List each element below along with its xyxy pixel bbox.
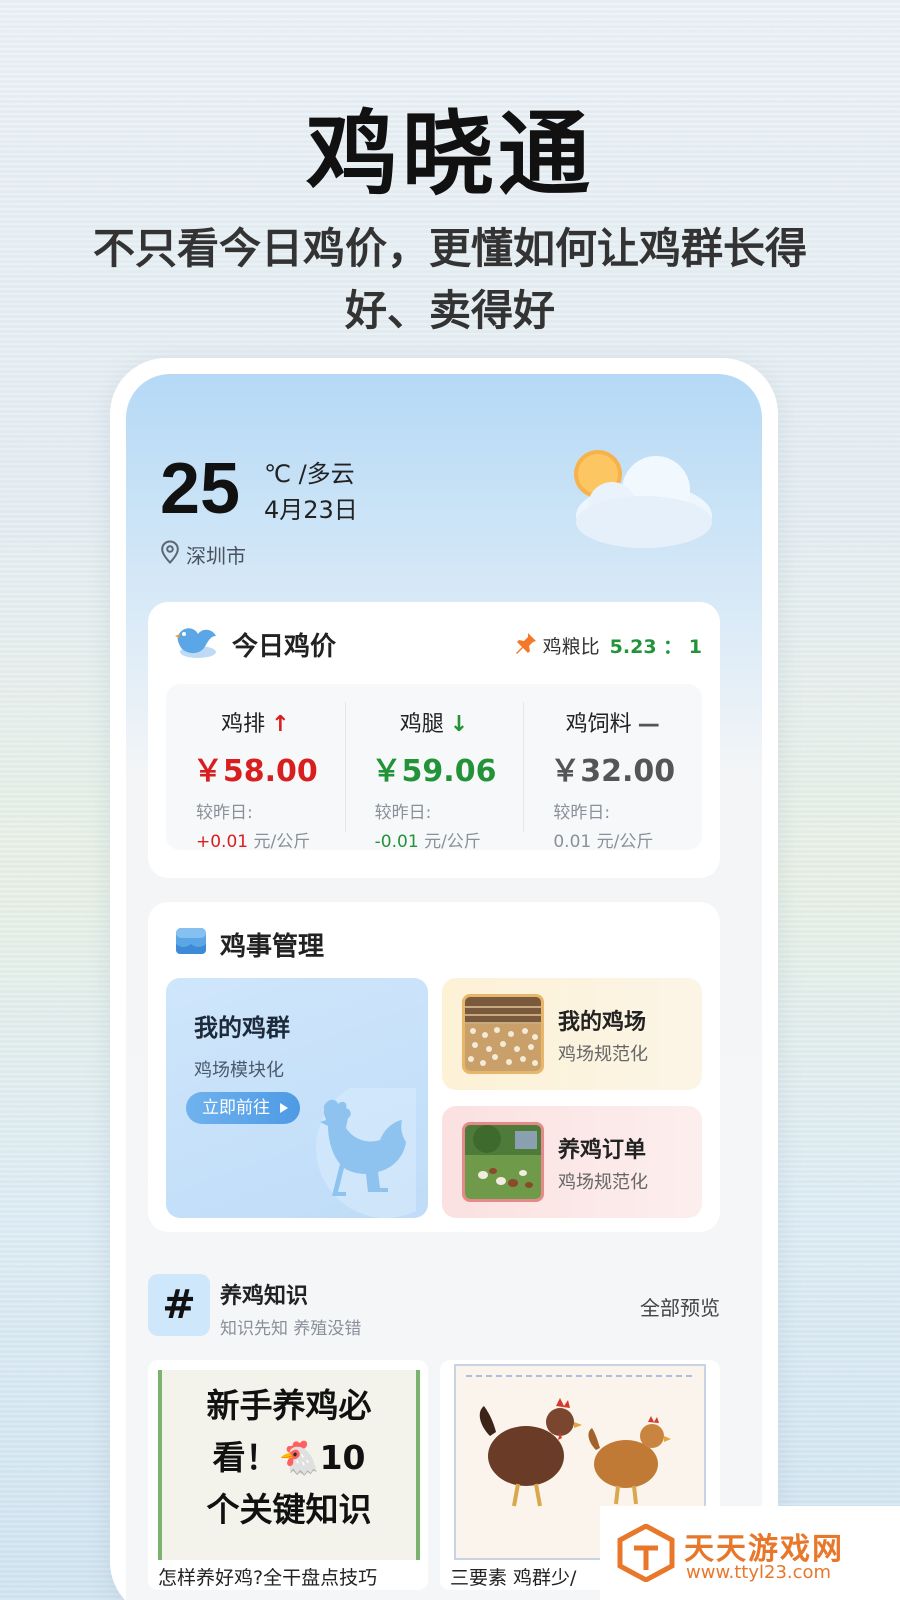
orders-photo xyxy=(462,1122,544,1202)
price-name: 鸡腿 xyxy=(399,712,444,737)
watermark-url: www.ttyl23.com xyxy=(686,1562,832,1583)
my-farm-title: 我的鸡场 xyxy=(558,1010,647,1035)
app-tagline: 不只看今日鸡价，更懂如何让鸡群长得好、卖得好 xyxy=(92,224,807,335)
partly-cloudy-icon xyxy=(564,444,714,554)
poster-line: 看！🐔10 xyxy=(212,1438,366,1477)
hashtag-icon: # xyxy=(148,1274,210,1336)
price-list: 鸡排 ↑ ￥58.00 较昨日: +0.01 元/公斤 鸡腿 ↓ ￥59.06 较昨… xyxy=(166,684,702,852)
weather-date: 4月23日 xyxy=(264,496,358,524)
price-unit: 元/公斤 xyxy=(253,832,311,852)
compare-label: 较昨日: xyxy=(374,803,432,823)
price-change: 0.01 xyxy=(553,832,592,852)
knowledge-section-header: # 养鸡知识 知识先知 养殖没错 全部预览 xyxy=(148,1274,720,1354)
price-value: ￥58.00 xyxy=(192,754,318,789)
today-price-card: 今日鸡价 鸡粮比 5.23 ： 1 鸡排 ↑ ￥58.00 较昨日: +0.01 … xyxy=(148,602,720,878)
knowledge-title: 养鸡知识 xyxy=(220,1284,309,1309)
my-flock-title: 我的鸡群 xyxy=(194,1014,290,1042)
price-unit: 元/公斤 xyxy=(596,832,654,852)
my-farm-tile[interactable]: 我的鸡场 鸡场规范化 xyxy=(442,978,702,1090)
temperature: 25 xyxy=(160,449,241,529)
view-all-link[interactable]: 全部预览 xyxy=(640,1292,720,1321)
location[interactable]: 深圳市 xyxy=(160,540,246,569)
article-poster: 新手养鸡必 看！🐔10 个关键知识 xyxy=(158,1370,420,1560)
feed-ratio: 鸡粮比 5.23 ： 1 xyxy=(515,632,702,659)
price-item-chicken-leg[interactable]: 鸡腿 ↓ ￥59.06 较昨日: -0.01 元/公斤 xyxy=(344,684,524,852)
article-caption: 三要素 鸡群少/ xyxy=(450,1567,577,1589)
chicken-orders-tile[interactable]: 养鸡订单 鸡场规范化 xyxy=(442,1106,702,1218)
price-name: 鸡饲料 xyxy=(565,712,632,737)
pin-icon xyxy=(515,632,537,659)
poster-line: 个关键知识 xyxy=(206,1490,372,1529)
location-pin-icon xyxy=(160,540,180,569)
price-card-title: 今日鸡价 xyxy=(232,632,337,662)
phone-frame: 25 ℃ /多云 4月23日 深圳市 今日鸡价 鸡粮比 5.23 ： 1 鸡排 … xyxy=(110,358,778,1600)
rooster-icon xyxy=(306,1078,428,1218)
my-farm-subtitle: 鸡场规范化 xyxy=(558,1044,648,1065)
site-watermark: 天天游戏网 www.ttyl23.com xyxy=(600,1506,900,1600)
store-icon xyxy=(174,924,208,958)
orders-title: 养鸡订单 xyxy=(558,1138,647,1163)
price-value: ￥32.00 xyxy=(550,754,676,789)
poster-line: 新手养鸡必 xyxy=(206,1386,372,1425)
price-unit: 元/公斤 xyxy=(424,832,481,852)
price-change: -0.01 xyxy=(374,832,419,852)
trend-down-icon: ↓ xyxy=(449,712,469,737)
management-title: 鸡事管理 xyxy=(220,932,325,962)
my-flock-tile[interactable]: 我的鸡群 鸡场模块化 立即前往 xyxy=(166,978,428,1218)
farm-photo xyxy=(462,994,544,1074)
article-caption: 怎样养好鸡?全干盘点技巧 xyxy=(158,1567,378,1589)
app-screen: 25 ℃ /多云 4月23日 深圳市 今日鸡价 鸡粮比 5.23 ： 1 鸡排 … xyxy=(126,374,762,1600)
compare-label: 较昨日: xyxy=(196,803,253,823)
go-now-button[interactable]: 立即前往 xyxy=(186,1092,300,1124)
compare-label: 较昨日: xyxy=(553,803,611,823)
knowledge-subtitle: 知识先知 养殖没错 xyxy=(220,1319,362,1339)
my-flock-subtitle: 鸡场模块化 xyxy=(194,1060,284,1081)
bird-icon xyxy=(172,622,218,662)
city-name: 深圳市 xyxy=(186,544,246,568)
price-value: ￥59.06 xyxy=(371,754,497,789)
price-item-chicken-chop[interactable]: 鸡排 ↑ ￥58.00 较昨日: +0.01 元/公斤 xyxy=(166,684,345,852)
app-headline: 鸡晓通 xyxy=(305,101,594,208)
article-card[interactable]: 新手养鸡必 看！🐔10 个关键知识 怎样养好鸡?全干盘点技巧 xyxy=(148,1360,428,1590)
weather-condition: ℃ /多云 xyxy=(264,460,355,488)
price-item-chicken-feed[interactable]: 鸡饲料 — ￥32.00 较昨日: 0.01 元/公斤 xyxy=(523,684,702,852)
orders-subtitle: 鸡场规范化 xyxy=(558,1172,648,1193)
feed-ratio-label: 鸡粮比 xyxy=(542,636,600,658)
trend-flat-icon: — xyxy=(637,712,660,737)
feed-ratio-value: 5.23 ： 1 xyxy=(609,636,702,658)
management-card: 鸡事管理 我的鸡群 鸡场模块化 立即前往 我的鸡场 鸡场规范化 养鸡订单 鸡场规… xyxy=(148,902,720,1232)
trend-up-icon: ↑ xyxy=(271,712,290,737)
price-change: +0.01 xyxy=(196,832,249,852)
watermark-logo-icon xyxy=(616,1523,676,1583)
price-name: 鸡排 xyxy=(221,712,266,737)
